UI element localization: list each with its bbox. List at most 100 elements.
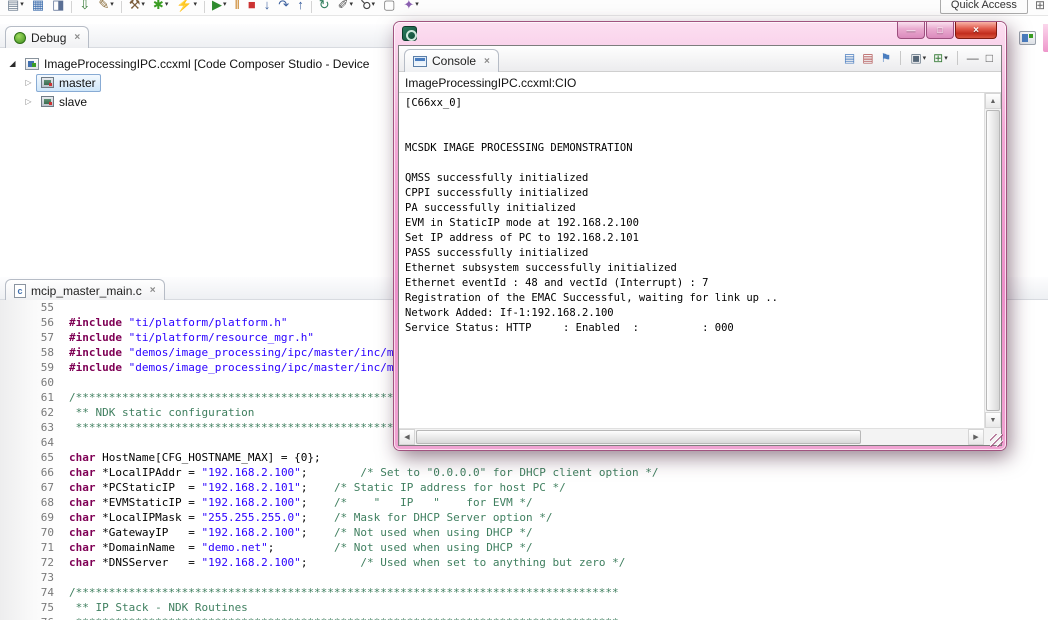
tree-item-content[interactable]: master — [36, 73, 101, 92]
horizontal-scrollbar-thumb[interactable] — [416, 430, 861, 444]
tree-item-master[interactable]: ▷ master — [0, 73, 402, 92]
pen-icon[interactable]: ✐ ▾ — [334, 0, 357, 15]
tree-item-content[interactable]: slave — [36, 93, 92, 111]
close-icon[interactable]: × — [484, 56, 490, 67]
import-icon[interactable]: ⇩ — [75, 0, 94, 15]
run-icon[interactable]: ▶ ▾ — [208, 0, 231, 15]
expand-arrow-icon[interactable]: ▷ — [21, 97, 36, 106]
save-all-icon[interactable]: ◨ — [48, 0, 68, 15]
build-icon: ⚒ — [128, 0, 141, 12]
vertical-scrollbar-thumb[interactable] — [986, 110, 1000, 411]
box-icon[interactable]: ▢ — [379, 0, 399, 15]
console-toolbar: ▤ ▤ ⚑ ▣ ▾ ⊞ ▾ — □ — [844, 51, 993, 65]
open-perspective-icon[interactable]: ⊞ — [1035, 0, 1045, 12]
code-line: 73 — [0, 570, 1048, 585]
chevron-down-icon[interactable]: ▾ — [415, 0, 419, 8]
chevron-down-icon[interactable]: ▾ — [194, 0, 198, 8]
close-button[interactable]: × — [955, 22, 997, 39]
tree-item-content[interactable]: ImageProcessingIPC.ccxml [Code Composer … — [20, 55, 374, 73]
code-text[interactable]: char *PCStaticIP = "192.168.2.101"; /* S… — [62, 480, 566, 495]
code-text[interactable]: ****************************************… — [62, 615, 619, 620]
code-text[interactable]: ** IP Stack - NDK Routines — [62, 600, 248, 615]
minimize-button[interactable]: — — [897, 22, 925, 39]
tab-console[interactable]: Console × — [404, 49, 499, 72]
scroll-down-icon[interactable]: ▼ — [985, 412, 1001, 428]
console-window-titlebar[interactable]: — □ × — [394, 22, 1006, 45]
line-number: 55 — [0, 300, 62, 315]
tab-editor-mcip-master-main[interactable]: mcip_master_main.c × — [5, 279, 165, 301]
chevron-down-icon[interactable]: ▾ — [923, 54, 927, 62]
code-text[interactable]: char *GatewayIP = "192.168.2.100"; /* No… — [62, 525, 533, 540]
scroll-up-icon[interactable]: ▲ — [985, 93, 1001, 109]
horizontal-scrollbar[interactable]: ◀ ▶ — [399, 428, 984, 445]
table-icon[interactable]: ▦ — [28, 0, 48, 15]
scroll-right-icon[interactable]: ▶ — [968, 429, 984, 445]
code-text[interactable]: char *EVMStaticIP = "192.168.2.100"; /* … — [62, 495, 533, 510]
restart-icon[interactable]: ↻ — [315, 0, 334, 15]
code-text[interactable]: #include "demos/image_processing/ipc/mas… — [62, 345, 400, 360]
chevron-down-icon[interactable]: ▾ — [350, 0, 354, 8]
tree-item-target-config[interactable]: ◢ ImageProcessingIPC.ccxml [Code Composer… — [0, 54, 402, 73]
build-icon[interactable]: ⚒ ▾ — [125, 0, 149, 15]
perspective-icon[interactable] — [1019, 31, 1036, 45]
code-text[interactable]: #include "ti/platform/platform.h" — [62, 315, 288, 330]
open-console-icon[interactable]: ⊞ ▾ — [933, 52, 948, 64]
code-text[interactable] — [62, 435, 69, 450]
scroll-left-icon[interactable]: ◀ — [399, 429, 415, 445]
code-text[interactable]: #include "ti/platform/resource_mgr.h" — [62, 330, 314, 345]
code-text[interactable]: #include "demos/image_processing/ipc/mas… — [62, 360, 400, 375]
chevron-down-icon[interactable]: ▾ — [141, 0, 145, 8]
code-text[interactable]: char *DomainName = "demo.net"; /* Not us… — [62, 540, 533, 555]
code-text[interactable] — [62, 300, 69, 315]
search-icon[interactable]: ⚲ ▾ — [357, 0, 379, 15]
console-line: Ethernet eventId : 48 and vectId (Interr… — [405, 277, 709, 289]
chevron-down-icon[interactable]: ▾ — [944, 54, 948, 62]
chevron-down-icon[interactable]: ▾ — [223, 0, 227, 8]
display-console-icon[interactable]: ▣ ▾ — [910, 52, 926, 64]
step-over-icon[interactable]: ↷ — [274, 0, 293, 15]
tree-item-slave[interactable]: ▷ slave — [0, 92, 402, 111]
code-text[interactable]: char *LocalIPAddr = "192.168.2.100"; /* … — [62, 465, 658, 480]
expand-arrow-icon[interactable]: ▷ — [21, 78, 36, 87]
chevron-down-icon[interactable]: ▾ — [110, 0, 114, 8]
tab-debug[interactable]: Debug × — [5, 26, 90, 48]
close-icon[interactable]: × — [150, 285, 156, 296]
collapse-arrow-icon[interactable]: ◢ — [5, 59, 20, 68]
step-into-icon[interactable]: ↓ — [260, 0, 275, 15]
code-text[interactable] — [62, 570, 69, 585]
console-line: Service Status: HTTP : Enabled : : 000 — [405, 322, 734, 334]
step-return-icon[interactable]: ↑ — [293, 0, 308, 15]
wand-icon: ✦ — [403, 0, 415, 12]
maximize-view-icon[interactable]: □ — [986, 52, 993, 64]
vertical-scrollbar[interactable]: ▲ ▼ — [984, 93, 1001, 428]
pen-icon: ✐ — [337, 0, 349, 12]
flash-icon[interactable]: ⚡ ▾ — [172, 0, 201, 15]
show-stdout-icon[interactable]: ▤ — [844, 52, 855, 64]
code-text[interactable]: ** NDK static configuration — [62, 405, 255, 420]
step-over-icon: ↷ — [278, 0, 290, 12]
debug-icon: ✱ — [152, 0, 164, 12]
close-icon[interactable]: × — [74, 32, 80, 43]
pin-console-icon[interactable]: ⚑ — [881, 52, 892, 64]
code-text[interactable]: char *DNSServer = "192.168.2.100"; /* Us… — [62, 555, 625, 570]
debug-icon[interactable]: ✱ ▾ — [149, 0, 172, 15]
resize-grip[interactable] — [990, 434, 1003, 447]
chevron-down-icon[interactable]: ▾ — [165, 0, 169, 8]
code-text[interactable] — [62, 375, 69, 390]
chevron-down-icon[interactable]: ▾ — [20, 0, 24, 8]
code-text[interactable]: char HostName[CFG_HOSTNAME_MAX] = {0}; — [62, 450, 321, 465]
suspend-icon[interactable]: ‖ — [231, 0, 244, 15]
minimize-view-icon[interactable]: — — [967, 52, 979, 64]
new-file-icon[interactable]: ▤ ▾ — [3, 0, 28, 15]
toolbar-separator — [71, 0, 73, 13]
wand-icon[interactable]: ✦ ▾ — [399, 0, 422, 15]
show-stderr-icon[interactable]: ▤ — [862, 52, 873, 64]
code-text[interactable]: /***************************************… — [62, 585, 619, 600]
maximize-button[interactable]: □ — [926, 22, 954, 39]
terminate-icon[interactable]: ■ — [244, 0, 260, 15]
console-output[interactable]: [C66xx_0] MCSDK IMAGE PROCESSING DEMONSTR… — [399, 93, 984, 428]
code-text[interactable]: char *LocalIPMask = "255.255.255.0"; /* … — [62, 510, 552, 525]
quick-access-button[interactable]: Quick Access — [939, 0, 1028, 14]
pencil-icon[interactable]: ✎ ▾ — [94, 0, 117, 15]
quick-access-area: Quick Access ⊞ — [939, 0, 1045, 14]
